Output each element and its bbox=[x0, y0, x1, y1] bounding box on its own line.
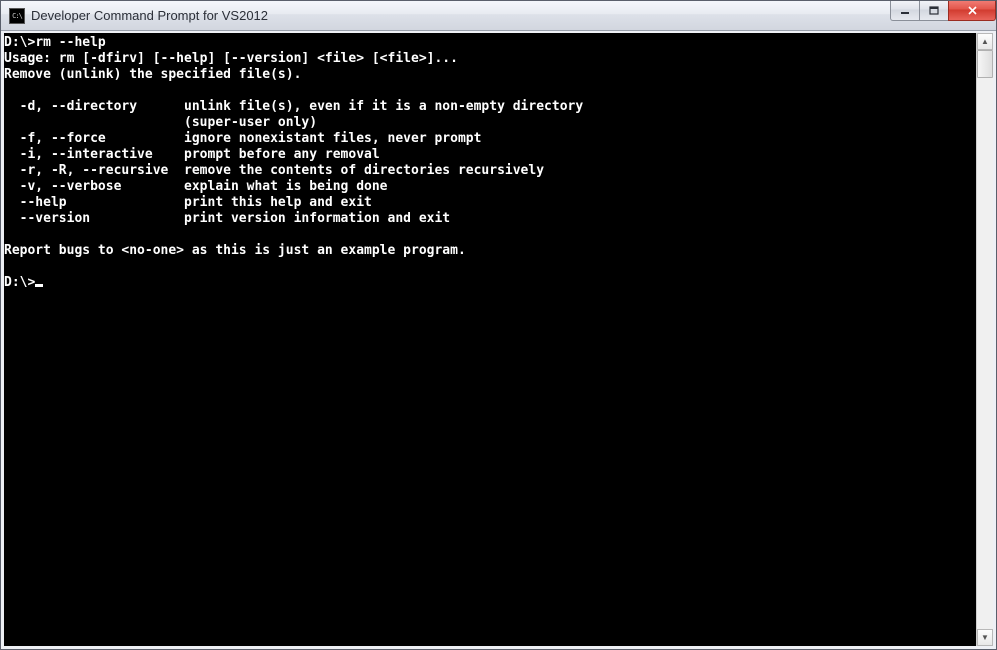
cursor bbox=[35, 284, 43, 287]
prompt: D:\> bbox=[4, 35, 35, 50]
minimize-button[interactable] bbox=[890, 1, 920, 21]
close-button[interactable] bbox=[948, 1, 996, 21]
output-line: --version print version information and … bbox=[4, 211, 976, 227]
output-line: Report bugs to <no-one> as this is just … bbox=[4, 243, 976, 259]
output-line: (super-user only) bbox=[4, 115, 976, 131]
command-text: rm --help bbox=[35, 35, 105, 50]
cmd-icon: C:\ bbox=[9, 8, 25, 24]
window-controls bbox=[891, 1, 996, 21]
maximize-button[interactable] bbox=[919, 1, 949, 21]
cmd-icon-label: C:\ bbox=[12, 12, 22, 20]
output-line: -d, --directory unlink file(s), even if … bbox=[4, 99, 976, 115]
scroll-thumb[interactable] bbox=[977, 50, 993, 78]
client-area: D:\>rm --helpUsage: rm [-dfirv] [--help]… bbox=[1, 31, 996, 649]
output-line: Usage: rm [-dfirv] [--help] [--version] … bbox=[4, 51, 976, 67]
vertical-scrollbar[interactable]: ▲ ▼ bbox=[976, 33, 993, 646]
output-line bbox=[4, 259, 976, 275]
prompt: D:\> bbox=[4, 275, 35, 290]
output-line: Remove (unlink) the specified file(s). bbox=[4, 67, 976, 83]
terminal[interactable]: D:\>rm --helpUsage: rm [-dfirv] [--help]… bbox=[4, 33, 976, 646]
output-line bbox=[4, 83, 976, 99]
output-line: -f, --force ignore nonexistant files, ne… bbox=[4, 131, 976, 147]
window-title: Developer Command Prompt for VS2012 bbox=[31, 8, 268, 23]
scroll-track[interactable] bbox=[977, 50, 993, 629]
scroll-down-button[interactable]: ▼ bbox=[977, 629, 993, 646]
titlebar[interactable]: C:\ Developer Command Prompt for VS2012 bbox=[1, 1, 996, 31]
output-line bbox=[4, 227, 976, 243]
output-line: -i, --interactive prompt before any remo… bbox=[4, 147, 976, 163]
scroll-up-button[interactable]: ▲ bbox=[977, 33, 993, 50]
output-line: --help print this help and exit bbox=[4, 195, 976, 211]
output-line: -r, -R, --recursive remove the contents … bbox=[4, 163, 976, 179]
output-line: -v, --verbose explain what is being done bbox=[4, 179, 976, 195]
app-window: C:\ Developer Command Prompt for VS2012 … bbox=[0, 0, 997, 650]
